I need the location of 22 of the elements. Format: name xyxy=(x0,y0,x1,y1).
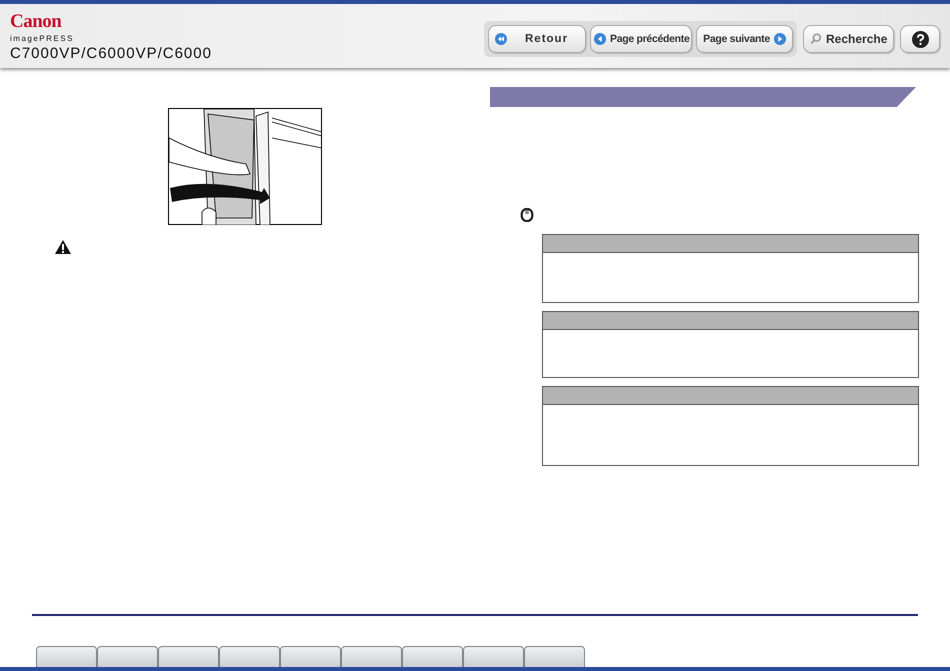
help-icon xyxy=(912,30,928,48)
rewind-icon xyxy=(495,33,507,45)
brand-logo: Canon xyxy=(10,12,62,30)
hand-icon xyxy=(520,208,534,222)
next-page-button[interactable]: Page suivante xyxy=(696,25,793,53)
warning-icon xyxy=(55,240,71,254)
back-button[interactable]: Retour xyxy=(488,25,586,53)
chapter-tab[interactable] xyxy=(158,646,219,667)
product-line: imagePRESS xyxy=(10,34,75,42)
chapter-tab[interactable] xyxy=(524,646,585,667)
previous-page-button[interactable]: Page précédente xyxy=(590,25,692,53)
chapter-tab[interactable] xyxy=(463,646,524,667)
model-name: C7000VP/C6000VP/C6000 xyxy=(10,46,212,60)
search-button[interactable]: Recherche xyxy=(803,25,894,53)
chapter-tab[interactable] xyxy=(341,646,402,667)
search-icon xyxy=(810,33,822,45)
chapter-tab[interactable] xyxy=(219,646,280,667)
chapter-tab[interactable] xyxy=(97,646,158,667)
chapter-tab[interactable] xyxy=(280,646,341,667)
chapter-tab[interactable] xyxy=(402,646,463,667)
help-button[interactable] xyxy=(900,25,940,53)
chapter-tab[interactable] xyxy=(36,646,97,667)
